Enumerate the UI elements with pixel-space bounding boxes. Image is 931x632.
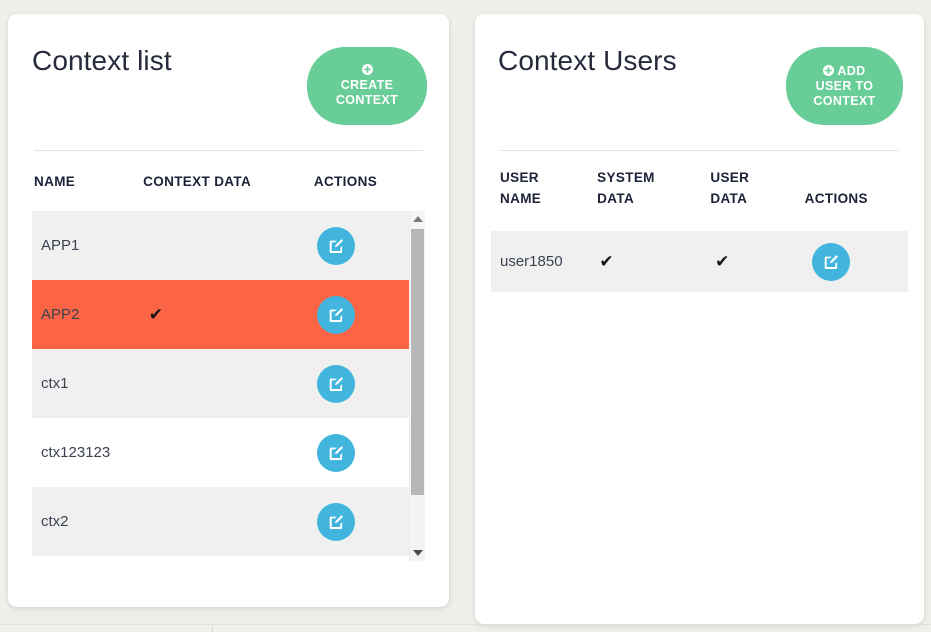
cell-user-data: ✔ (715, 251, 730, 271)
edit-pencil-icon (327, 306, 345, 324)
column-header-system-data: SYSTEM DATA (597, 170, 655, 206)
plus-circle-icon (361, 64, 373, 75)
cell-system-data: ✔ (599, 251, 614, 271)
edit-pencil-icon (327, 237, 345, 255)
create-context-button-line1: CREATE (340, 78, 394, 92)
column-header-actions: ACTIONS (313, 173, 378, 189)
add-user-button-line1: ADD (837, 63, 866, 78)
cell-actions (811, 242, 908, 281)
context-users-card: Context Users ADD USER TO CONTEXT USER N… (475, 14, 924, 624)
table-row[interactable]: ctx1 (32, 349, 425, 418)
column-header-user-name: USER NAME (500, 170, 542, 206)
footer-divider (0, 624, 931, 625)
context-users-rows: user1850 ✔ ✔ (491, 231, 908, 292)
context-list-scroll-area: APP1 APP2 ✔ ctx1 ctx123123 ctx2 (32, 211, 425, 561)
scroll-thumb[interactable] (411, 229, 424, 495)
triangle-up-icon (412, 216, 423, 222)
add-user-button-line3: CONTEXT (813, 93, 876, 108)
column-header-context-data: CONTEXT DATA (143, 173, 252, 189)
add-user-to-context-button[interactable]: ADD USER TO CONTEXT (786, 47, 903, 125)
context-list-card: Context list CREATE CONTEXT NAME CONTEXT… (8, 14, 449, 607)
cell-user-name: user1850 (500, 253, 563, 270)
create-context-button-line2: CONTEXT (335, 93, 399, 107)
scroll-up-button[interactable] (410, 211, 425, 227)
table-row[interactable]: user1850 ✔ ✔ (491, 231, 908, 292)
table-row[interactable]: APP1 (32, 211, 425, 280)
plus-circle-icon (823, 64, 835, 76)
edit-pencil-icon (327, 444, 345, 462)
scroll-down-button[interactable] (410, 545, 425, 561)
context-list-table-header: NAME CONTEXT DATA ACTIONS (25, 151, 432, 211)
edit-context-button[interactable] (317, 364, 356, 403)
page-title: Context list (32, 45, 172, 76)
edit-pencil-icon (327, 513, 345, 531)
edit-pencil-icon (822, 253, 840, 271)
table-row[interactable]: ctx123123 (32, 418, 425, 487)
column-header-name: NAME (34, 173, 76, 189)
edit-context-button[interactable] (317, 226, 356, 265)
cell-name: ctx1 (41, 375, 69, 392)
cell-name: ctx2 (41, 513, 69, 530)
table-row[interactable]: ctx2 (32, 487, 425, 556)
edit-context-button[interactable] (317, 295, 356, 334)
vertical-scrollbar[interactable] (409, 211, 425, 561)
page-container: Context list CREATE CONTEXT NAME CONTEXT… (0, 0, 931, 632)
triangle-down-icon (412, 550, 423, 556)
footer-separator-tick (212, 626, 213, 632)
add-user-button-line2: USER TO (815, 78, 874, 93)
column-header-user-data: USER DATA (710, 170, 750, 206)
cell-context-data: ✔ (148, 304, 163, 324)
edit-pencil-icon (327, 375, 345, 393)
context-users-title: Context Users (498, 45, 677, 76)
cell-name: APP1 (41, 237, 80, 254)
context-users-table-header: USER NAME SYSTEM DATA USER DATA ACTIONS (491, 151, 908, 231)
table-row[interactable]: APP2 ✔ (32, 280, 425, 349)
edit-context-button[interactable] (317, 502, 356, 541)
cell-name: APP2 (41, 306, 80, 323)
cell-name: ctx123123 (41, 444, 111, 461)
column-header-actions: ACTIONS (804, 191, 868, 206)
context-list-header: Context list CREATE CONTEXT (25, 14, 432, 150)
edit-user-button[interactable] (811, 242, 850, 281)
create-context-button[interactable]: CREATE CONTEXT (307, 47, 427, 125)
context-users-header: Context Users ADD USER TO CONTEXT (491, 14, 908, 150)
edit-context-button[interactable] (317, 433, 356, 472)
